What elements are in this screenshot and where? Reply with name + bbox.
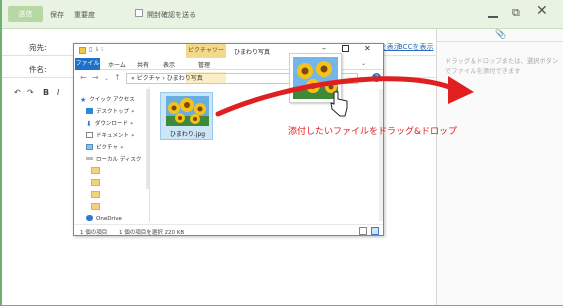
hand-cursor-icon bbox=[330, 91, 348, 117]
drag-drop-annotation: 添付したいファイルをドラッグ&ドロップ bbox=[288, 127, 458, 137]
arrowhead-icon bbox=[448, 76, 474, 104]
drag-arrow-overlay bbox=[215, 76, 474, 117]
